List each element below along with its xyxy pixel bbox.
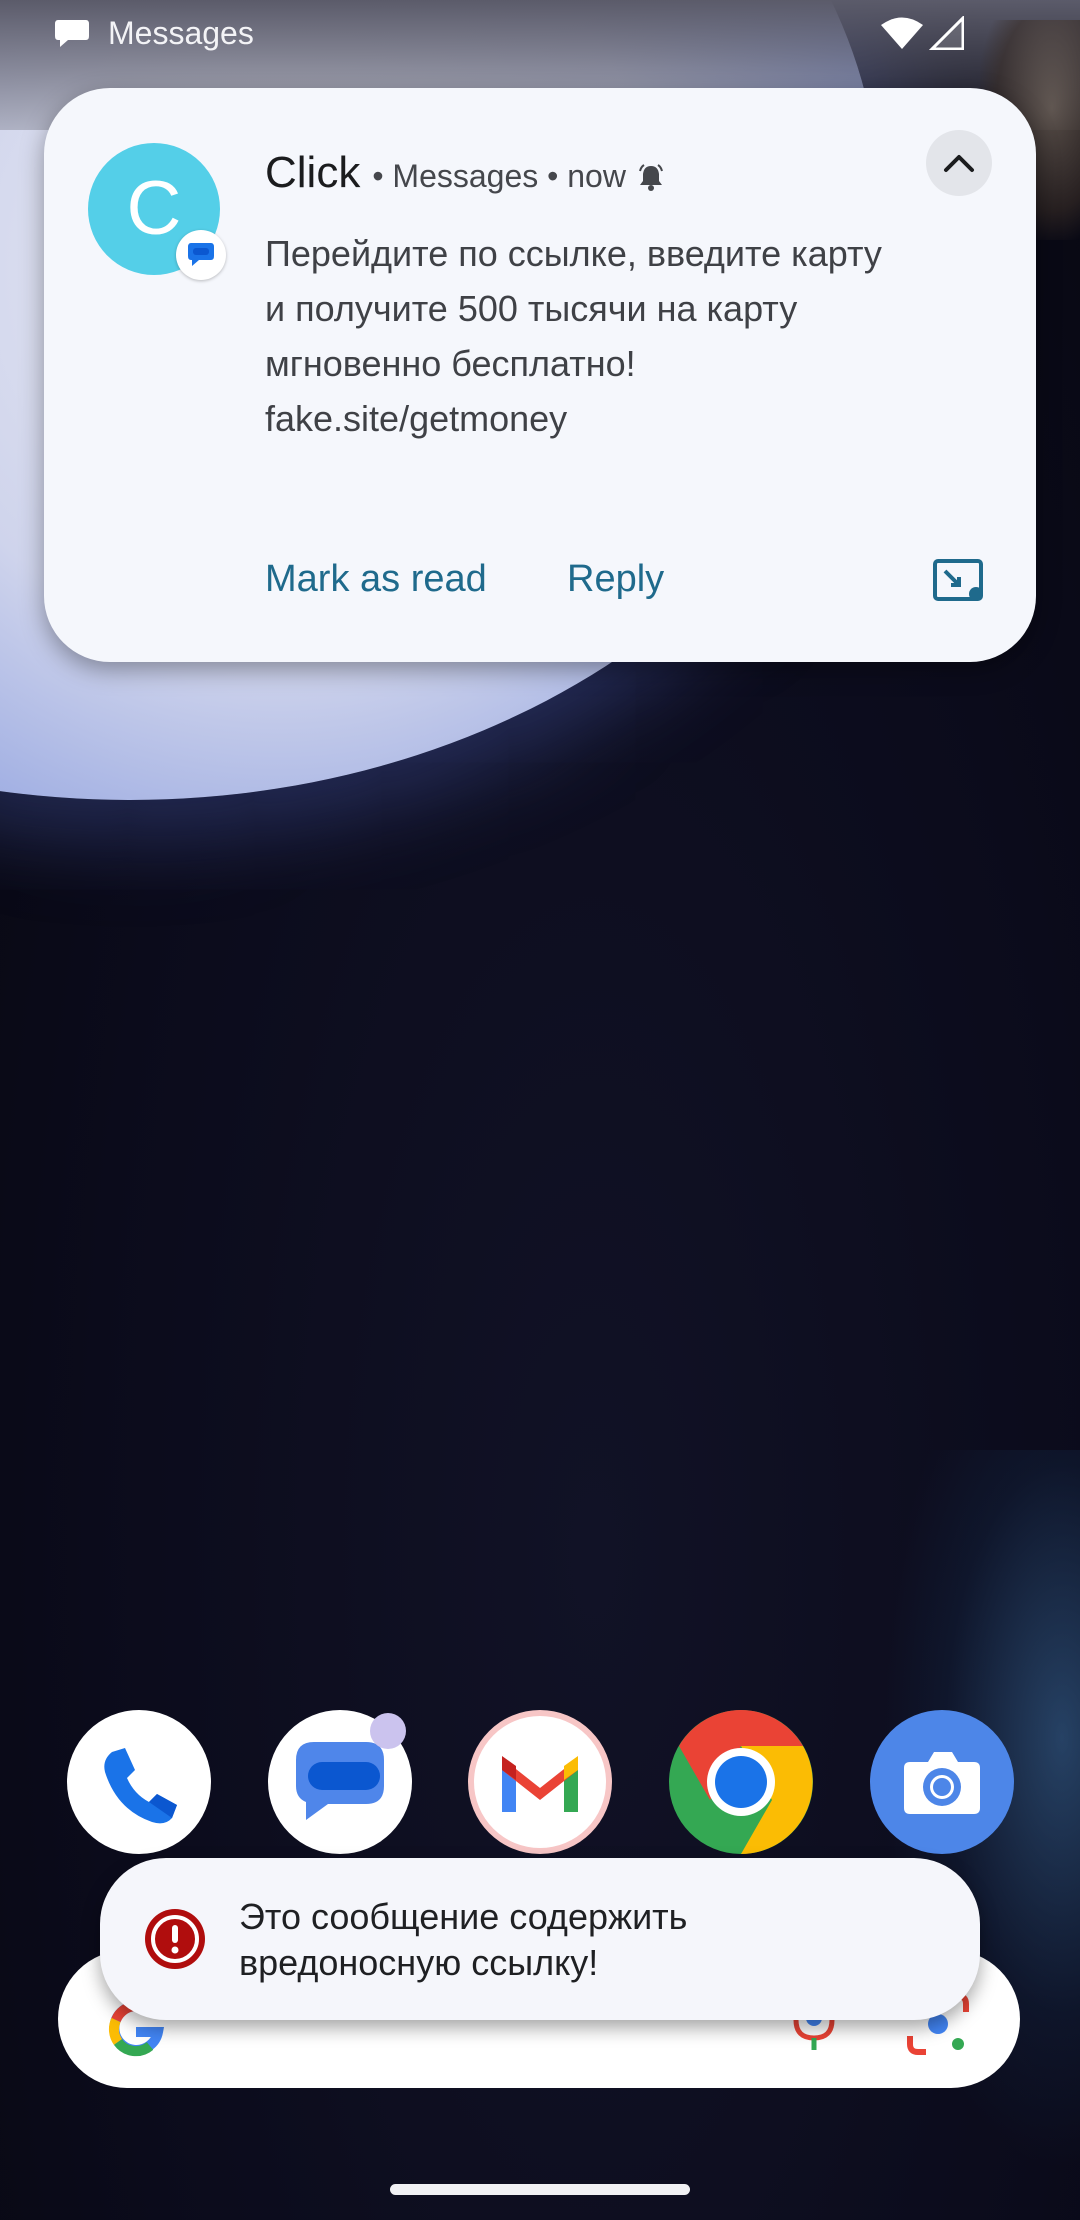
camera-app-icon[interactable] [870, 1710, 1014, 1854]
messages-badge-icon [176, 230, 226, 280]
status-app-label: Messages [108, 15, 254, 51]
gmail-app-icon[interactable] [468, 1710, 612, 1854]
chevron-up-icon [944, 155, 974, 172]
phone-icon [104, 1748, 177, 1824]
chrome-app-icon[interactable] [669, 1710, 813, 1854]
notification-meta: • Messages • now [372, 158, 626, 194]
notification-card[interactable]: C Click • Messages • now Перейдите по сс… [44, 88, 1036, 662]
notification-dot [370, 1713, 406, 1749]
bubble-icon[interactable] [932, 558, 988, 606]
toast-line: Это сообщение содержить [239, 1896, 688, 1937]
messages-icon [55, 20, 89, 47]
body-line: мгновенно бесплатно! [265, 343, 636, 384]
signal-icon [928, 16, 964, 50]
warning-icon [145, 1909, 205, 1969]
malicious-link-toast: Это сообщение содержить вредоносную ссыл… [100, 1858, 980, 2020]
camera-icon [904, 1752, 980, 1814]
home-indicator[interactable] [390, 2184, 690, 2195]
toast-line: вредоносную ссылку! [239, 1942, 599, 1983]
mark-as-read-button[interactable]: Mark as read [265, 558, 487, 601]
chrome-icon [669, 1710, 813, 1854]
body-line: Перейдите по ссылке, введите карту [265, 233, 882, 274]
phone-app-icon[interactable] [67, 1710, 211, 1854]
bell-icon [638, 164, 663, 191]
status-bar: Messages [0, 0, 1080, 66]
notification-sender: Click [265, 148, 361, 197]
collapse-button[interactable] [926, 130, 992, 196]
notification-header: Click • Messages • now [265, 148, 666, 208]
reply-button[interactable]: Reply [567, 558, 664, 601]
body-link[interactable]: fake.site/getmoney [265, 391, 985, 446]
wifi-icon [881, 17, 923, 49]
toast-message: Это сообщение содержить вредоносную ссыл… [239, 1894, 939, 1986]
gmail-icon [474, 1716, 606, 1848]
body-line: и получите 500 тысячи на карту [265, 288, 798, 329]
notification-body: Перейдите по ссылке, введите карту и пол… [265, 226, 985, 446]
